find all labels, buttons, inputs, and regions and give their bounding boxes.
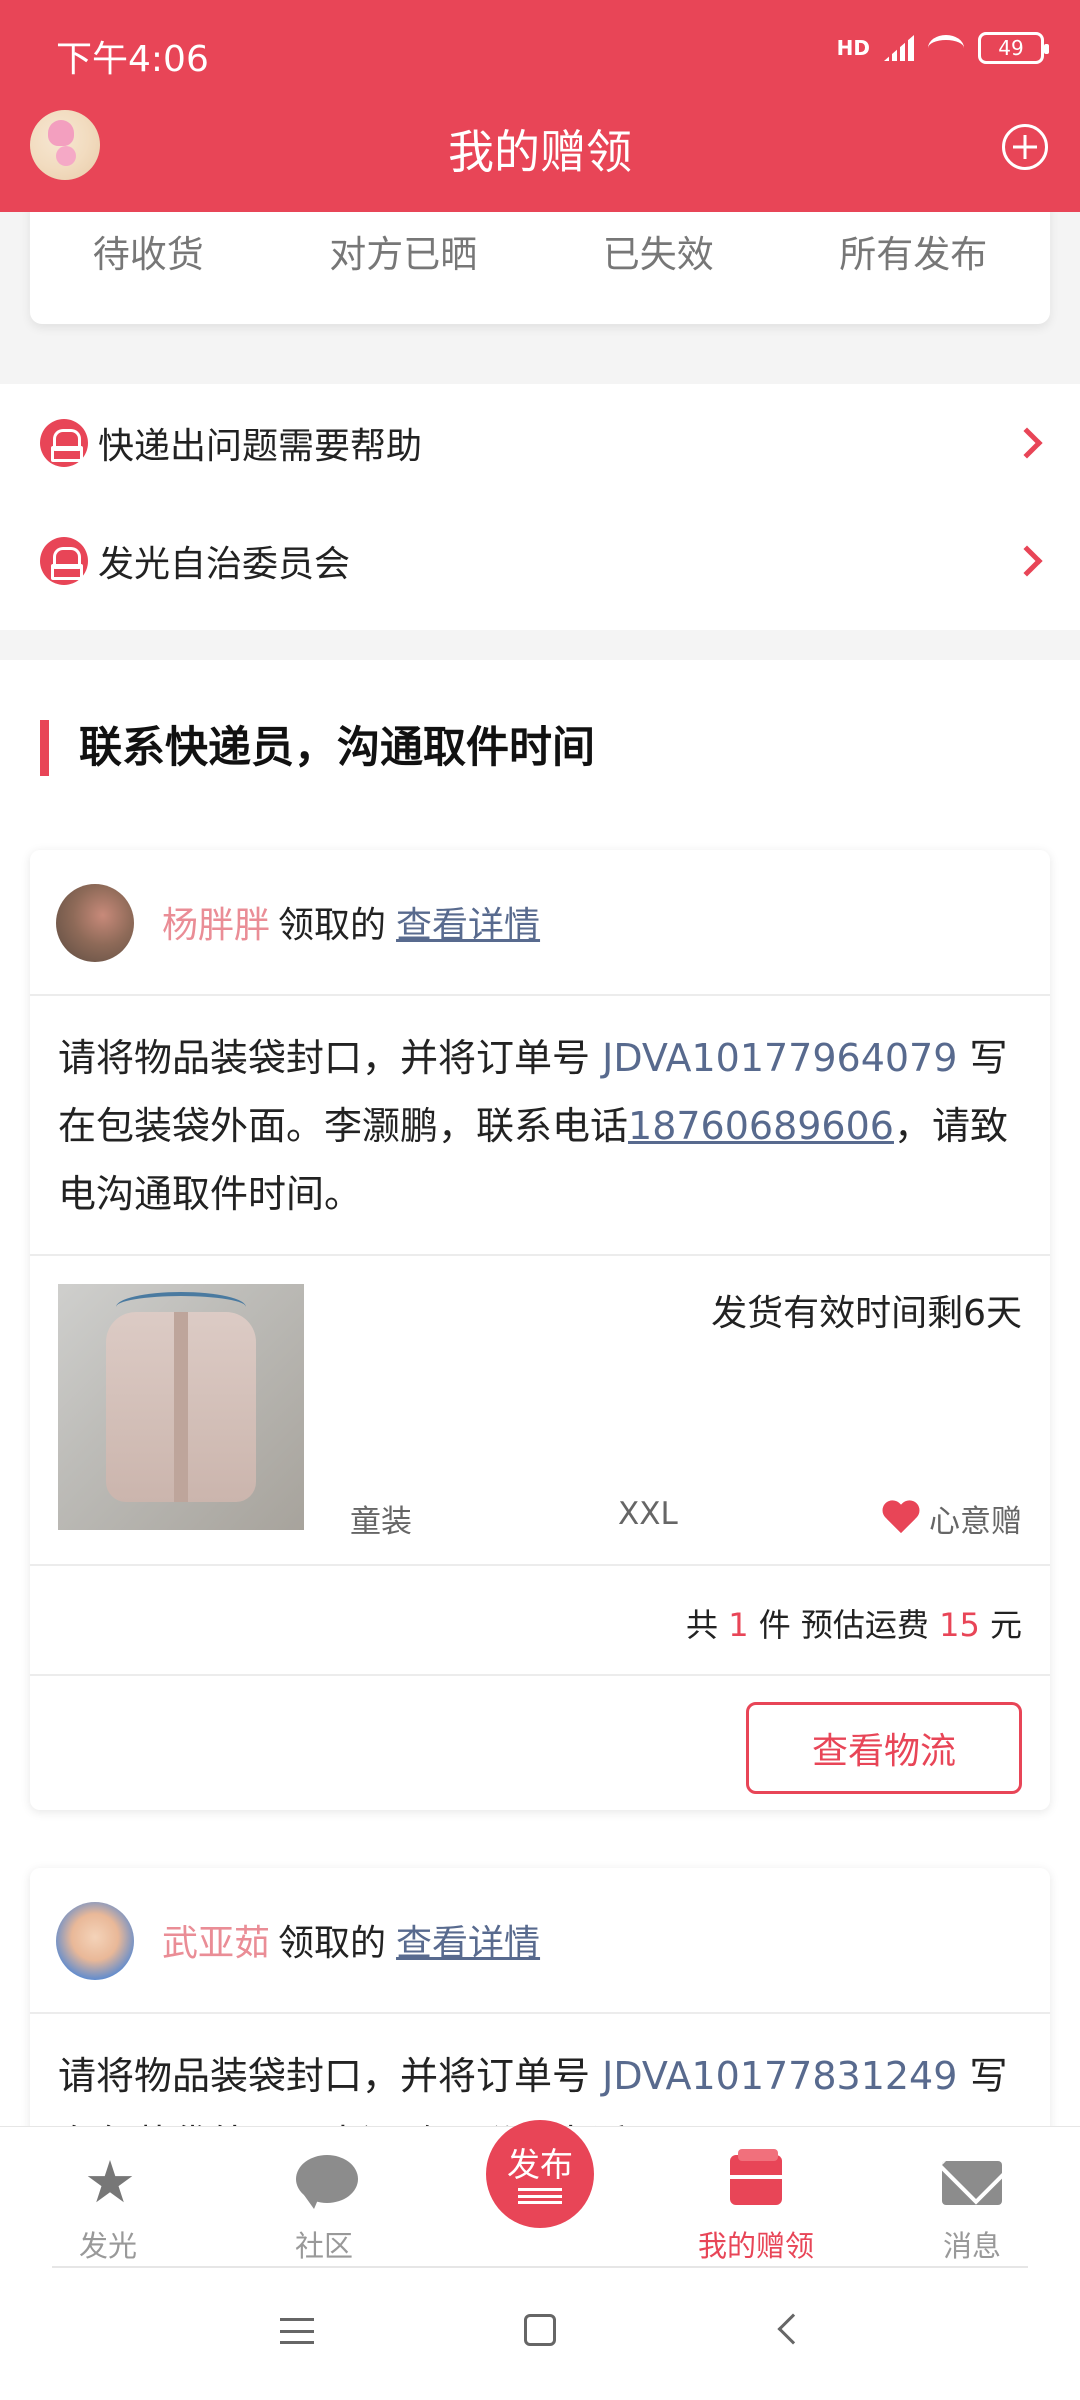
chevron-right-icon (1011, 427, 1043, 459)
nav-label: 我的赠领 (697, 2229, 814, 2263)
publish-icon (518, 2188, 562, 2204)
card-user-line: 杨胖胖 领取的 查看详情 (162, 896, 540, 948)
heart-icon (881, 1501, 921, 1537)
order-total: 共 1 件 预估运费 15 元 (30, 1566, 1050, 1676)
item-size: XXL (618, 1496, 678, 1532)
chat-icon (296, 2155, 358, 2209)
home-icon[interactable] (524, 2314, 556, 2346)
publish-button[interactable]: 发布 (486, 2120, 594, 2228)
shipping-fee: 15 (939, 1606, 980, 1644)
view-logistics-button[interactable]: 查看物流 (746, 1702, 1022, 1794)
item-count: 1 (728, 1606, 749, 1644)
username[interactable]: 杨胖胖 (162, 905, 270, 946)
card-header: 杨胖胖 领取的 查看详情 (30, 850, 1050, 996)
help-icon (40, 537, 88, 585)
claimed-text: 领取的 (278, 1923, 387, 1964)
nav-label: 消息 (942, 2229, 1001, 2263)
menu-icon[interactable] (280, 2318, 314, 2344)
instruction-text: 请将物品装袋封口，并将订单号 (58, 2054, 591, 2098)
system-nav-bar (0, 2268, 1080, 2400)
mail-icon (942, 2161, 1002, 2205)
help-icon (40, 419, 88, 467)
gift-type-label: 心意赠 (929, 1504, 1022, 1540)
help-item-label: 发光自治委员会 (98, 544, 351, 585)
battery-level: 49 (998, 36, 1024, 60)
page-title: 我的赠领 (448, 125, 632, 179)
gift-icon (730, 2149, 782, 2205)
order-number: JDVA10177964079 (602, 1036, 958, 1080)
status-tabs: 待收货 对方已晒 已失效 所有发布 (30, 200, 1050, 324)
section-title: 联系快递员，沟通取件时间 (40, 720, 595, 776)
view-detail-link[interactable]: 查看详情 (396, 1923, 540, 1964)
username[interactable]: 武亚茹 (162, 1923, 270, 1964)
item-photo[interactable] (58, 1284, 304, 1530)
order-number: JDVA10177831249 (602, 2054, 958, 2098)
view-detail-link[interactable]: 查看详情 (396, 905, 540, 946)
nav-label: 社区 (294, 2229, 353, 2263)
card-actions: 查看物流 (30, 1676, 1050, 1810)
app-screen: 下午4:06 HD 49 我的赠领 待收货 对方已晒 已失效 所有发布 快递出问… (0, 0, 1080, 2400)
instruction-text: 请将物品装袋封口，并将订单号 (58, 1036, 591, 1080)
wifi-icon (928, 35, 964, 61)
add-icon[interactable] (1002, 124, 1048, 170)
help-item-committee[interactable]: 发光自治委员会 (0, 502, 1080, 620)
card-header: 武亚茹 领取的 查看详情 (30, 1868, 1050, 2014)
tab-expired[interactable]: 已失效 (603, 224, 714, 300)
signal-bars-icon (884, 35, 914, 61)
contact-section: 联系快递员，沟通取件时间 杨胖胖 领取的 查看详情 请将物品装袋封口，并将订单号 J… (0, 660, 1080, 2268)
help-item-express[interactable]: 快递出问题需要帮助 (0, 384, 1080, 502)
chevron-right-icon (1011, 545, 1043, 577)
tab-shown[interactable]: 对方已晒 (329, 224, 477, 300)
item-category: 童装 (350, 1504, 412, 1540)
battery-icon: 49 (978, 32, 1049, 64)
total-text: 共 (686, 1606, 719, 1644)
card-user-line: 武亚茹 领取的 查看详情 (162, 1914, 540, 1966)
nav-label: 发光 (78, 2229, 137, 2263)
total-text: 元 (989, 1606, 1022, 1644)
shipping-deadline: 发货有效时间剩6天 (711, 1293, 1022, 1334)
avatar[interactable] (56, 884, 134, 962)
help-section: 快递出问题需要帮助 发光自治委员会 (0, 384, 1080, 630)
item-row[interactable]: 发货有效时间剩6天 童装 XXL 心意赠 (30, 1256, 1050, 1566)
pickup-instructions: 请将物品装袋封口，并将订单号 JDVA10177964079 写在包装袋外面。李… (30, 996, 1050, 1256)
total-text: 件 预估运费 (758, 1606, 929, 1644)
back-icon[interactable] (777, 2313, 809, 2345)
star-icon: ★ (84, 2148, 136, 2216)
status-icons: HD 49 (836, 32, 1049, 64)
help-item-label: 快递出问题需要帮助 (98, 426, 423, 467)
claimed-text: 领取的 (278, 905, 387, 946)
order-card: 杨胖胖 领取的 查看详情 请将物品装袋封口，并将订单号 JDVA1017796407… (30, 850, 1050, 1810)
tab-pending-receipt[interactable]: 待收货 (93, 224, 204, 300)
gift-type: 心意赠 (881, 1496, 1022, 1541)
app-header: 下午4:06 HD 49 我的赠领 (0, 0, 1080, 212)
publish-label: 发布 (507, 2145, 573, 2184)
avatar[interactable] (56, 1902, 134, 1980)
tab-all-posts[interactable]: 所有发布 (839, 224, 987, 300)
phone-link[interactable]: 18760689606 (628, 1104, 894, 1148)
signal-icon: HD (836, 36, 870, 60)
status-time: 下午4:06 (56, 39, 209, 80)
